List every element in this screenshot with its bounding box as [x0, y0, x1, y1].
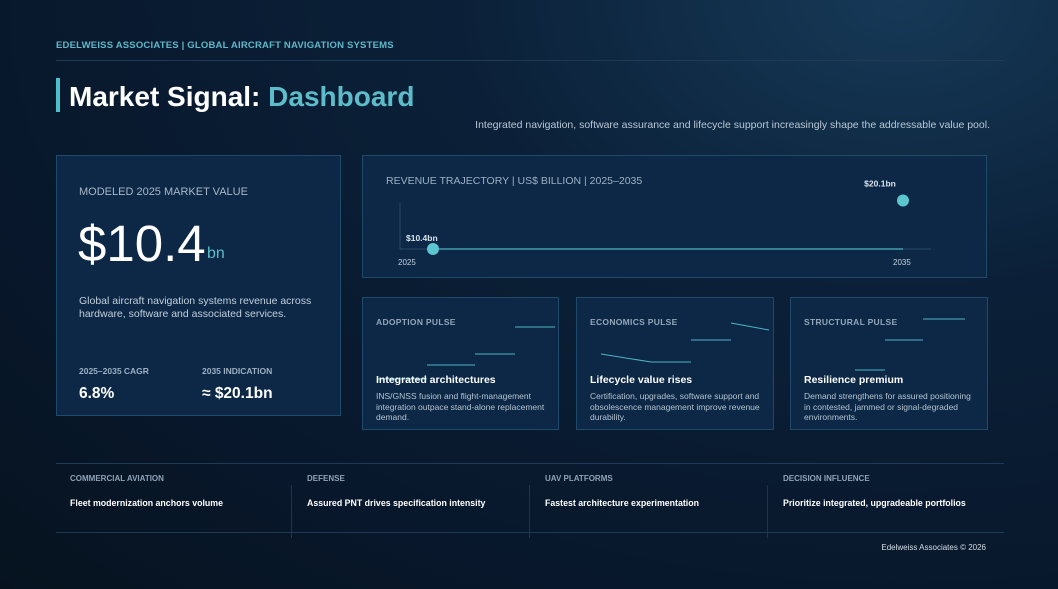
- title-accent-bar: [56, 78, 60, 112]
- indication-value: ≈ $20.1bn: [202, 385, 273, 402]
- segment-text: Assured PNT drives specification intensi…: [307, 498, 486, 508]
- adoption-pulse-title: Integrated architectures: [376, 374, 496, 386]
- revenue-start-label: $10.4bn: [406, 233, 438, 243]
- segment-text: Fleet modernization anchors volume: [70, 498, 223, 508]
- revenue-point-2035: [897, 194, 909, 207]
- segment-label: COMMERCIAL AVIATION: [70, 474, 164, 483]
- structural-pulse-description: Demand strengthens for assured positioni…: [804, 391, 971, 422]
- adoption-pulse-label: ADOPTION PULSE: [376, 317, 456, 327]
- segment-label: UAV PLATFORMS: [545, 474, 613, 483]
- revenue-tick-2035: 2035: [893, 258, 911, 267]
- revenue-tick-2025: 2025: [398, 258, 416, 267]
- segments-bottom-divider: [56, 532, 1004, 533]
- revenue-chart: $10.4bn $20.1bn 2025 2035: [398, 179, 931, 267]
- economics-pulse-description: Certification, upgrades, software suppor…: [590, 391, 760, 422]
- structural-pulse-card: STRUCTURAL PULSE Resilience premium Dema…: [790, 297, 988, 430]
- segment-uav-platforms: UAV PLATFORMS Fastest architecture exper…: [545, 474, 699, 508]
- page-title-main: Market Signal:: [69, 81, 261, 112]
- cagr-value: 6.8%: [79, 385, 115, 402]
- indication-label: 2035 INDICATION: [202, 366, 273, 376]
- segments-top-divider: [56, 463, 1004, 464]
- segment-text: Prioritize integrated, upgradeable portf…: [783, 498, 966, 508]
- footer-copyright: Edelweiss Associates © 2026: [881, 543, 986, 552]
- revenue-end-label: $20.1bn: [864, 179, 896, 189]
- market-value-label: MODELED 2025 MARKET VALUE: [79, 186, 248, 198]
- page-title-accent: Dashboard: [268, 81, 415, 112]
- segment-text: Fastest architecture experimentation: [545, 498, 699, 508]
- economics-pulse-label: ECONOMICS PULSE: [590, 317, 678, 327]
- segment-divider: [291, 485, 292, 538]
- market-value-unit: bn: [207, 245, 225, 262]
- header-divider: [56, 60, 1004, 61]
- adoption-pulse-description: INS/GNSS fusion and flight-management in…: [376, 391, 545, 422]
- structural-pulse-label: STRUCTURAL PULSE: [804, 317, 898, 327]
- segment-divider: [767, 485, 768, 538]
- market-value-card: MODELED 2025 MARKET VALUE $10.4 bn Globa…: [56, 155, 341, 416]
- segment-label: DEFENSE: [307, 474, 345, 483]
- segment-defense: DEFENSE Assured PNT drives specification…: [307, 474, 485, 508]
- market-value: $10.4: [78, 215, 206, 272]
- structural-pulse-title: Resilience premium: [804, 374, 904, 386]
- revenue-point-2025: [427, 243, 439, 255]
- cagr-label: 2025–2035 CAGR: [79, 366, 149, 376]
- page-subtitle: Integrated navigation, software assuranc…: [475, 119, 990, 131]
- economics-pulse-card: ECONOMICS PULSE Lifecycle value rises Ce…: [576, 297, 774, 430]
- segment-commercial-aviation: COMMERCIAL AVIATION Fleet modernization …: [70, 474, 223, 508]
- revenue-trajectory-card: REVENUE TRAJECTORY | US$ BILLION | 2025–…: [362, 155, 987, 278]
- economics-pulse-title: Lifecycle value rises: [590, 374, 693, 386]
- market-value-description: Global aircraft navigation systems reven…: [79, 295, 312, 320]
- segment-divider: [529, 485, 530, 538]
- segment-decision-influence: DECISION INFLUENCE Prioritize integrated…: [783, 474, 966, 508]
- brand-header: EDELWEISS ASSOCIATES | GLOBAL AIRCRAFT N…: [56, 40, 394, 51]
- adoption-pulse-card: ADOPTION PULSE Integrated architectures …: [362, 297, 559, 430]
- page-title: Market Signal: Dashboard: [69, 81, 414, 113]
- segment-label: DECISION INFLUENCE: [783, 474, 870, 483]
